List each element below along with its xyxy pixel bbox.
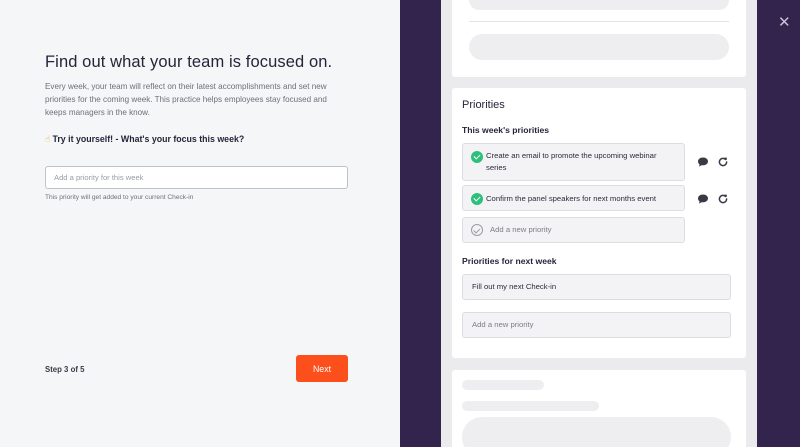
skeleton-bar: [462, 417, 731, 447]
priority-item-text: Confirm the panel speakers for next mont…: [486, 194, 657, 203]
check-circle-icon[interactable]: [471, 193, 483, 205]
check-circle-icon[interactable]: [471, 151, 483, 163]
close-icon[interactable]: ✕: [778, 15, 791, 30]
skeleton-bar: [462, 380, 544, 390]
next-week-item[interactable]: Fill out my next Check-in: [462, 274, 731, 300]
step-indicator: Step 3 of 5: [45, 365, 85, 374]
add-priority-next-week[interactable]: Add a new priority: [462, 312, 731, 338]
refresh-icon[interactable]: [717, 156, 729, 168]
page-description: Every week, your team will reflect on th…: [45, 82, 327, 117]
comment-icon[interactable]: [697, 193, 709, 205]
next-week-title: Priorities for next week: [462, 256, 557, 266]
priorities-card: Priorities This week's priorities Create…: [452, 88, 746, 358]
comment-icon[interactable]: [697, 156, 709, 168]
this-week-title: This week's priorities: [462, 125, 550, 135]
refresh-icon[interactable]: [717, 193, 729, 205]
check-circle-outline-icon: [471, 224, 483, 236]
priority-input[interactable]: [45, 166, 348, 189]
priority-hint: This priority will get added to your cur…: [45, 194, 194, 201]
skeleton-card-top: [452, 0, 746, 77]
next-button[interactable]: Next: [296, 355, 348, 382]
pointing-hand-icon: ☝: [45, 134, 51, 144]
skeleton-bar: [469, 34, 729, 60]
onboarding-step-panel: Find out what your team is focused on. E…: [0, 0, 400, 447]
next-week-item-text: Fill out my next Check-in: [472, 282, 557, 291]
add-priority-this-week[interactable]: Add a new priority: [462, 217, 685, 243]
priority-item-text: Create an email to promote the upcoming …: [486, 151, 657, 172]
page-title: Find out what your team is focused on.: [45, 53, 333, 71]
checkin-preview-panel: Priorities This week's priorities Create…: [441, 0, 757, 447]
divider: [469, 21, 729, 22]
priority-item[interactable]: Confirm the panel speakers for next mont…: [462, 185, 685, 211]
skeleton-card-bottom: [452, 370, 746, 447]
try-it-label: Try it yourself! - What's your focus thi…: [52, 134, 245, 144]
priorities-title: Priorities: [462, 99, 505, 111]
add-priority-label: Add a new priority: [472, 320, 534, 329]
priority-item[interactable]: Create an email to promote the upcoming …: [462, 143, 685, 181]
try-it-heading: ☝ Try it yourself! - What's your focus th…: [45, 134, 244, 145]
skeleton-bar: [469, 0, 729, 10]
skeleton-bar: [462, 401, 599, 411]
add-priority-label: Add a new priority: [490, 225, 552, 234]
